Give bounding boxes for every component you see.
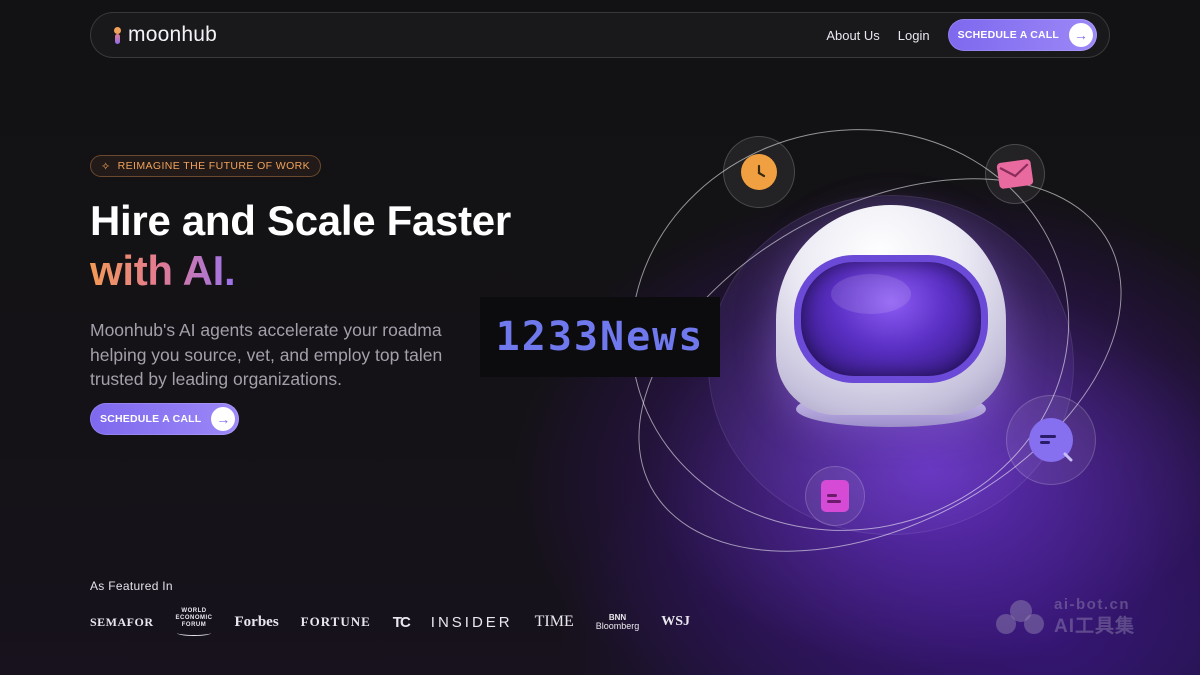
description-line: helping you source, vet, and employ top … [90, 344, 443, 365]
headline-line-2: with AI. [90, 247, 236, 294]
forbes-logo: Forbes [234, 613, 279, 630]
wsj-logo: WSJ [661, 614, 691, 629]
wef-line: WORLD [181, 608, 207, 614]
chat-search-icon [1029, 418, 1073, 462]
semafor-logo: SEMAFOR [90, 614, 154, 629]
mail-icon [996, 158, 1034, 190]
press-logos: SEMAFOR WORLD ECONOMIC FORUM Forbes FORT… [90, 605, 690, 639]
hero-badge: ✧ REIMAGINE THE FUTURE OF WORK [90, 155, 322, 177]
helmet-visor [794, 255, 988, 383]
description-line: trusted by leading organizations. [90, 369, 342, 389]
wef-line: ECONOMIC [175, 615, 213, 621]
time-logo: TIME [534, 613, 574, 630]
nav-link-about-us[interactable]: About Us [826, 28, 879, 43]
nav-actions: About Us Login SCHEDULE A CALL → [826, 19, 1097, 51]
bnn-bloomberg-logo: BNN Bloomberg [596, 613, 640, 631]
world-economic-forum-logo: WORLD ECONOMIC FORUM [176, 608, 213, 636]
document-bubble [805, 466, 865, 526]
clock-bubble [723, 136, 795, 208]
clock-icon [741, 154, 777, 190]
document-icon [821, 480, 849, 512]
insider-logo: INSIDER [430, 613, 513, 631]
moonhub-logo-icon [113, 26, 122, 44]
schedule-call-label: SCHEDULE A CALL [100, 413, 202, 425]
featured-in-title: As Featured In [90, 579, 173, 593]
arrow-right-icon: → [211, 407, 236, 431]
moonhub-logo[interactable]: moonhub [113, 23, 217, 47]
top-navbar: moonhub About Us Login SCHEDULE A CALL → [90, 12, 1110, 58]
headline-line-1: Hire and Scale Faster [90, 197, 511, 244]
sparkle-icon: ✧ [101, 160, 111, 173]
hero-description: Moonhub's AI agents accelerate your road… [90, 318, 510, 392]
news-watermark-overlay: 1233News [480, 297, 720, 377]
bloomberg-text: Bloomberg [595, 621, 640, 631]
hero-badge-text: REIMAGINE THE FUTURE OF WORK [117, 160, 311, 172]
fortune-logo: FORTUNE [300, 614, 371, 629]
ai-bot-watermark: ai-bot.cn AI工具集 [996, 596, 1135, 638]
techcrunch-logo: TC [392, 613, 411, 631]
schedule-call-button-hero[interactable]: SCHEDULE A CALL → [90, 403, 240, 435]
wef-line: FORUM [181, 622, 207, 628]
ai-bot-name: AI工具集 [1054, 616, 1136, 637]
arrow-right-icon: → [1069, 23, 1093, 47]
nav-link-login[interactable]: Login [898, 28, 930, 43]
schedule-call-button-nav[interactable]: SCHEDULE A CALL → [947, 19, 1097, 51]
schedule-call-label: SCHEDULE A CALL [957, 29, 1059, 41]
chat-search-bubble [1006, 395, 1096, 485]
hero-headline: Hire and Scale Faster with AI. [90, 196, 511, 296]
wef-arc [177, 630, 211, 636]
ai-bot-logo-icon [996, 600, 1046, 634]
ai-bot-watermark-text: ai-bot.cn AI工具集 [1054, 596, 1135, 638]
description-line: Moonhub's AI agents accelerate your road… [90, 320, 442, 340]
logo-text: moonhub [128, 23, 217, 46]
visor-shine [831, 274, 911, 314]
helmet [776, 205, 1006, 435]
mail-bubble [985, 144, 1045, 204]
helmet-shell [776, 205, 1006, 415]
